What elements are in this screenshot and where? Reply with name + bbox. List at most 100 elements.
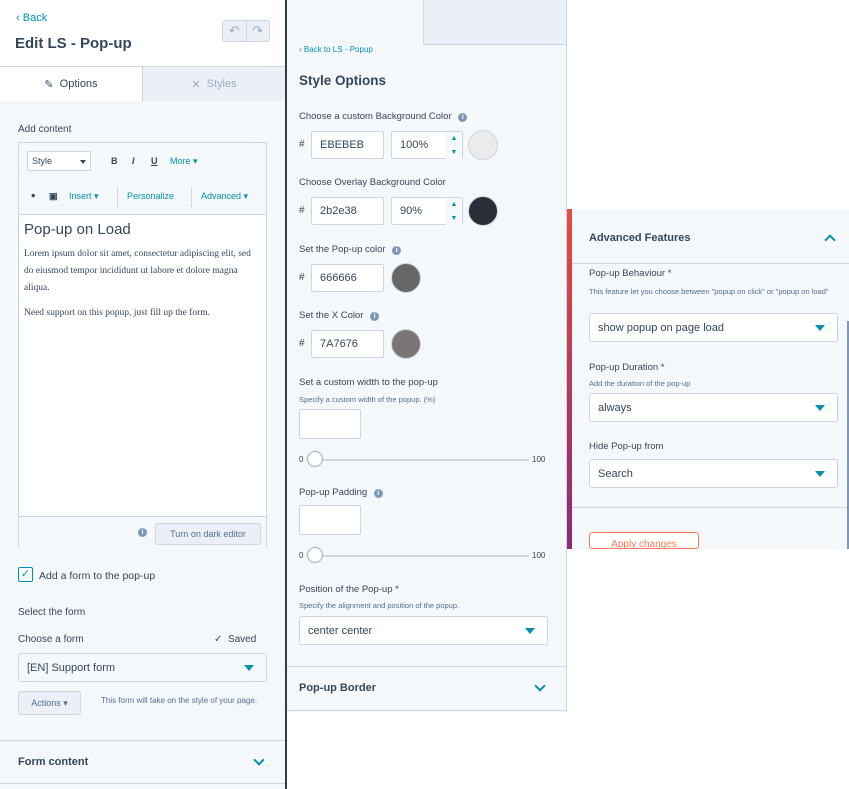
personalize-button[interactable]: Personalize <box>127 191 174 201</box>
padding-slider-knob[interactable] <box>307 547 323 563</box>
bg-color-hex-input[interactable]: EBEBEB <box>311 131 384 159</box>
tab-styles[interactable]: ✕ Styles <box>143 67 285 101</box>
undo-icon[interactable]: ↶ <box>223 21 246 41</box>
dark-editor-button[interactable]: Turn on dark editor <box>155 523 261 545</box>
duration-sub: Add the duration of the pop-up <box>589 379 691 388</box>
styles-icon: ✕ <box>191 78 201 91</box>
style-select[interactable]: Style <box>27 151 91 171</box>
chevron-down-icon <box>815 471 825 477</box>
advanced-label: Advanced <box>201 191 242 201</box>
bg-color-label-text: Choose a custom Background Color <box>299 111 452 122</box>
overlay-opacity-input[interactable]: 90% ▲ ▼ <box>391 197 463 226</box>
advanced-features-header[interactable]: Advanced Features <box>572 209 849 264</box>
chevron-down-icon[interactable]: ▼ <box>446 146 462 159</box>
duration-label: Pop-up Duration * <box>589 362 665 373</box>
tab-options-label: Options <box>59 78 98 90</box>
form-content-title: Form content <box>18 756 89 768</box>
chevron-down-icon <box>815 405 825 411</box>
width-input[interactable] <box>299 409 361 439</box>
tab-placeholder <box>423 0 566 45</box>
actions-button[interactable]: Actions ▾ <box>18 691 81 715</box>
form-select-value: [EN] Support form <box>27 661 116 674</box>
more-dropdown[interactable]: More ▾ <box>170 156 198 167</box>
chevron-left-icon: ‹ <box>16 12 20 24</box>
overlay-color-swatch[interactable] <box>468 196 498 226</box>
underline-button[interactable]: U <box>151 156 158 166</box>
editor-paragraph: Need support on this popup, just fill up… <box>24 308 211 318</box>
hide-from-select[interactable]: Search <box>589 459 838 488</box>
saved-status: ✓ Saved <box>214 634 256 645</box>
redo-icon[interactable]: ↷ <box>245 21 270 41</box>
undo-redo-group: ↶ ↷ <box>222 20 270 42</box>
duration-select[interactable]: always <box>589 393 838 422</box>
padding-input[interactable] <box>299 505 361 535</box>
editor-content[interactable]: Pop-up on Load Lorem ipsum dolor sit ame… <box>19 215 266 336</box>
info-icon[interactable]: i <box>370 312 380 321</box>
width-slider-knob[interactable] <box>307 451 323 467</box>
behaviour-sub: This feature let you choose between "pop… <box>589 287 829 296</box>
back-link[interactable]: ‹ Back <box>16 12 47 24</box>
hash-symbol: # <box>299 205 305 216</box>
hash-symbol: # <box>299 338 305 349</box>
opacity-stepper: ▲ ▼ <box>446 198 462 226</box>
x-color-label: Set the X Color i <box>299 310 380 321</box>
form-content-section[interactable]: Form content <box>0 740 285 784</box>
x-color-swatch[interactable] <box>391 329 421 359</box>
info-icon[interactable]: i <box>458 113 468 122</box>
image-icon[interactable]: ▣ <box>49 191 58 202</box>
editor-toolbar-row2: ꔷ ▣ Insert ▾ Personalize Advanced ▾ <box>19 179 266 215</box>
position-select[interactable]: center center <box>299 616 548 645</box>
clear-format-icon[interactable]: ꔷ <box>31 191 35 202</box>
info-icon[interactable]: i <box>138 528 147 537</box>
add-form-checkbox[interactable]: ✓ <box>18 567 33 582</box>
position-label: Position of the Pop-up * <box>299 584 399 595</box>
bg-opacity-input[interactable]: 100% ▲ ▼ <box>391 131 463 160</box>
overlay-color-hex-input[interactable]: 2b2e38 <box>311 197 384 225</box>
info-icon[interactable]: i <box>392 246 402 255</box>
chevron-down-icon[interactable]: ▼ <box>446 212 462 225</box>
tab-styles-label: Styles <box>206 78 237 90</box>
italic-button[interactable]: I <box>132 156 135 166</box>
rich-text-editor: Style B I U More ▾ ꔷ ▣ Insert ▾ Personal… <box>18 142 267 548</box>
style-options-panel: ‹ Back to LS - Popup Style Options Choos… <box>287 0 567 712</box>
back-to-popup-link[interactable]: ‹ Back to LS - Popup <box>299 45 373 54</box>
editor-toolbar-row1: Style B I U More ▾ <box>19 143 266 179</box>
advanced-features-title: Advanced Features <box>589 232 691 244</box>
hide-from-label: Hide Pop-up from <box>589 441 664 452</box>
behaviour-label: Pop-up Behaviour * <box>589 268 672 279</box>
insert-dropdown[interactable]: Insert ▾ <box>69 191 99 202</box>
popup-color-hex-input[interactable]: 666666 <box>311 264 384 292</box>
form-select[interactable]: [EN] Support form <box>18 653 267 682</box>
slider-max-label: 100 <box>532 551 546 560</box>
width-slider-track[interactable] <box>309 459 529 461</box>
panel-header: ‹ Back Edit LS - Pop-up ↶ ↷ <box>0 0 285 66</box>
popup-color-label-text: Set the Pop-up color <box>299 244 386 255</box>
width-sub: Specify a custom width of the popup. (%) <box>299 395 436 404</box>
apply-changes-button[interactable]: Apply changes <box>589 532 699 549</box>
editor-paragraph: Lorem ipsum dolor sit amet, consectetur … <box>24 249 251 293</box>
info-icon[interactable]: i <box>373 489 383 498</box>
bg-color-swatch[interactable] <box>468 130 498 160</box>
popup-color-label: Set the Pop-up color i <box>299 244 402 255</box>
advanced-dropdown[interactable]: Advanced ▾ <box>201 191 248 202</box>
popup-color-swatch[interactable] <box>391 263 421 293</box>
popup-border-section[interactable]: Pop-up Border <box>287 666 566 711</box>
tab-bar: ✎ Options ✕ Styles <box>0 66 285 101</box>
style-options-title: Style Options <box>299 73 387 88</box>
bold-button[interactable]: B <box>111 156 118 166</box>
tab-options[interactable]: ✎ Options <box>0 67 143 101</box>
form-style-note: This form will take on the style of your… <box>101 696 258 705</box>
popup-border-title: Pop-up Border <box>299 682 376 694</box>
chevron-up-icon[interactable]: ▲ <box>446 198 462 211</box>
add-form-label: Add a form to the pop-up <box>39 570 156 582</box>
edit-popup-panel: ‹ Back Edit LS - Pop-up ↶ ↷ ✎ Options ✕ … <box>0 0 285 789</box>
select-form-label: Select the form <box>18 607 86 618</box>
behaviour-select[interactable]: show popup on page load <box>589 313 838 342</box>
divider <box>572 507 849 508</box>
chevron-down-icon <box>80 160 86 164</box>
chevron-up-icon[interactable]: ▲ <box>446 132 462 145</box>
opacity-stepper: ▲ ▼ <box>446 132 462 160</box>
position-select-value: center center <box>308 624 373 637</box>
padding-slider-track[interactable] <box>309 555 529 557</box>
x-color-hex-input[interactable]: 7A7676 <box>311 330 384 358</box>
